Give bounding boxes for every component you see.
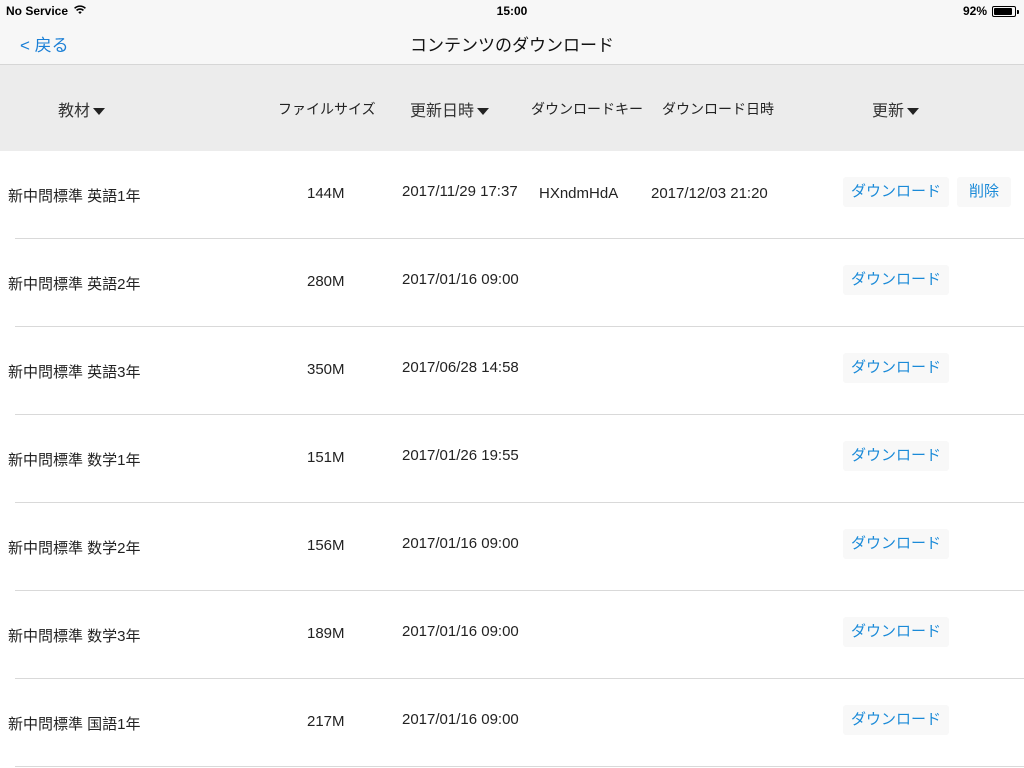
content-list: 新中問標準 英語1年 144M 2017/11/29 17:37 HXndmHd…: [0, 151, 1024, 767]
row-title: 新中問標準 国語1年: [8, 716, 141, 733]
table-row: 新中問標準 数学1年 151M 2017/01/26 19:55 ダウンロード: [0, 415, 1024, 503]
header-title-label: 教材: [58, 102, 91, 120]
row-updated: 2017/06/28 14:58: [402, 359, 519, 376]
row-title: 新中問標準 数学3年: [8, 628, 141, 645]
status-bar: No Service 15:00 92%: [0, 0, 1024, 20]
status-right: 92%: [962, 4, 1019, 18]
row-size: 350M: [307, 361, 345, 378]
table-row: 新中問標準 数学2年 156M 2017/01/16 09:00 ダウンロード: [0, 503, 1024, 591]
row-updated: 2017/01/16 09:00: [402, 535, 519, 552]
download-button[interactable]: ダウンロード: [843, 177, 950, 207]
download-button[interactable]: ダウンロード: [843, 353, 950, 383]
header-updated-sort[interactable]: 更新日時: [410, 65, 490, 152]
table-row: 新中問標準 数学3年 189M 2017/01/16 09:00 ダウンロード: [0, 591, 1024, 679]
header-dl-date-label: ダウンロード日時: [662, 100, 774, 117]
page-title: コンテンツのダウンロード: [410, 36, 614, 55]
row-title: 新中問標準 数学1年: [8, 452, 141, 469]
table-row: 新中問標準 英語3年 350M 2017/06/28 14:58 ダウンロード: [0, 327, 1024, 415]
header-key-label: ダウンロードキー: [531, 100, 643, 117]
header-update-label: 更新: [872, 102, 905, 120]
header-title-sort[interactable]: 教材: [58, 65, 106, 152]
table-row: 新中問標準 国語1年 217M 2017/01/16 09:00 ダウンロード: [0, 679, 1024, 767]
row-updated: 2017/01/16 09:00: [402, 711, 519, 728]
row-size: 280M: [307, 273, 345, 290]
row-size: 156M: [307, 537, 345, 554]
row-title: 新中問標準 数学2年: [8, 540, 141, 557]
status-time: 15:00: [496, 4, 528, 18]
row-download-key: HXndmHdA: [539, 185, 619, 202]
download-button[interactable]: ダウンロード: [843, 529, 950, 559]
table-header: 教材 ファイルサイズ 更新日時 ダウンロードキー ダウンロード日時 更新: [0, 64, 1024, 151]
header-key: ダウンロードキー: [531, 65, 643, 152]
row-title: 新中問標準 英語2年: [8, 276, 141, 293]
row-size: 217M: [307, 713, 345, 730]
table-row: 新中問標準 英語2年 280M 2017/01/16 09:00 ダウンロード: [0, 239, 1024, 327]
download-button[interactable]: ダウンロード: [843, 705, 950, 735]
delete-button[interactable]: 削除: [957, 177, 1012, 207]
download-button[interactable]: ダウンロード: [843, 441, 950, 471]
sort-down-icon: [477, 108, 490, 115]
row-download-date: 2017/12/03 21:20: [651, 185, 768, 202]
battery-icon: [992, 5, 1019, 17]
download-button[interactable]: ダウンロード: [843, 617, 950, 647]
battery-fill: [994, 7, 1013, 15]
row-updated: 2017/01/16 09:00: [402, 623, 519, 640]
row-title: 新中問標準 英語3年: [8, 364, 141, 381]
row-size: 151M: [307, 449, 345, 466]
table-row: 新中問標準 英語1年 144M 2017/11/29 17:37 HXndmHd…: [0, 151, 1024, 239]
navigation-bar: < 戻る コンテンツのダウンロード: [0, 20, 1024, 64]
row-title: 新中問標準 英語1年: [8, 188, 141, 205]
header-dl-date: ダウンロード日時: [662, 65, 774, 152]
sort-down-icon: [93, 108, 106, 115]
row-size: 144M: [307, 185, 345, 202]
header-size-label: ファイルサイズ: [278, 100, 376, 117]
header-update-sort[interactable]: 更新: [872, 65, 920, 152]
row-updated: 2017/01/26 19:55: [402, 447, 519, 464]
download-button[interactable]: ダウンロード: [843, 265, 950, 295]
row-size: 189M: [307, 625, 345, 642]
row-updated: 2017/01/16 09:00: [402, 271, 519, 288]
battery-percent: 92%: [962, 4, 987, 18]
row-updated: 2017/11/29 17:37: [402, 183, 518, 200]
sort-down-icon: [907, 108, 920, 115]
header-updated-label: 更新日時: [410, 102, 475, 120]
header-size: ファイルサイズ: [278, 65, 376, 152]
